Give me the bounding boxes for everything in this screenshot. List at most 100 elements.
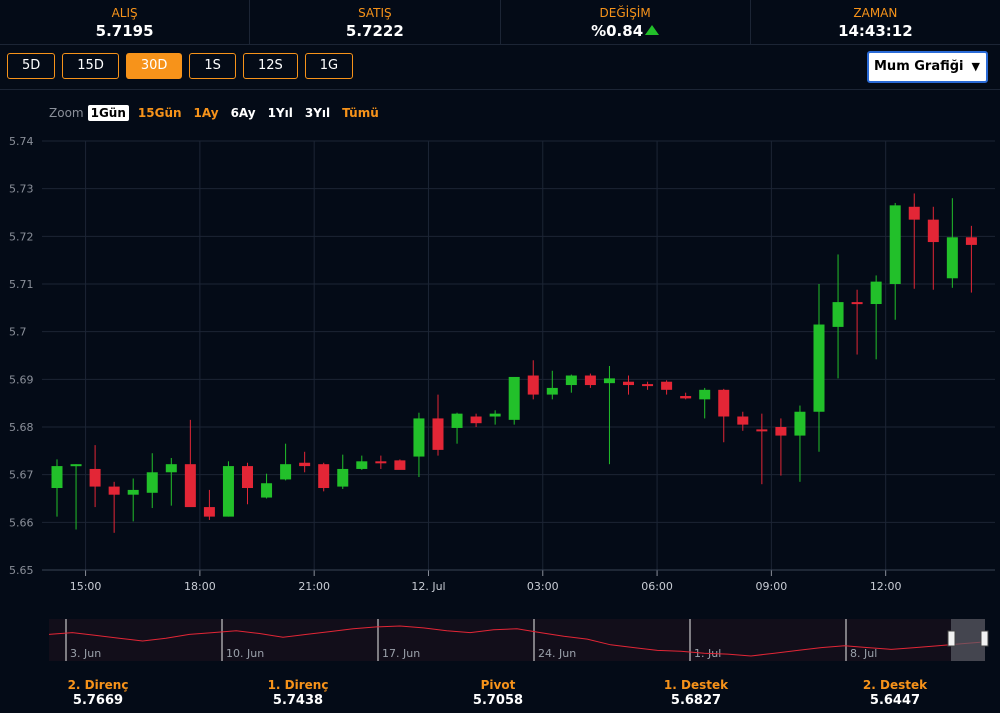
y-tick-label: 5.71 (9, 278, 34, 291)
candle-body (965, 237, 977, 245)
candle-body (623, 381, 634, 386)
candle-body (680, 396, 692, 399)
candle-body (889, 205, 901, 284)
stat-degisim-value-wrap: %0.84 (501, 22, 750, 40)
candle-body (794, 411, 806, 436)
zoom-6ay[interactable]: 6Ay (228, 105, 259, 121)
level-destek-1-value: 5.6827 (670, 693, 722, 708)
candle-body (870, 281, 882, 305)
level-pivot-label: Pivot (480, 678, 516, 692)
navigator-label: 3. Jun (70, 647, 101, 660)
stat-zaman: ZAMAN 14:43:12 (751, 0, 1000, 44)
pivot-levels: 2. Direnç 5.7669 1. Direnç 5.7438 Pivot … (0, 678, 1000, 713)
zoom-15gun[interactable]: 15Gün (135, 105, 185, 121)
navigator-label: 8. Jul (850, 647, 877, 660)
x-tick-label: 15:00 (70, 580, 102, 593)
candle-body (661, 381, 673, 390)
candle-body (508, 376, 520, 420)
navigator-background (49, 619, 985, 661)
zoom-tumu[interactable]: Tümü (339, 105, 382, 121)
y-tick-label: 5.69 (9, 373, 34, 386)
candle-body (718, 389, 730, 417)
x-tick-label: 03:00 (527, 580, 559, 593)
candle-body (299, 462, 311, 467)
candle-body (527, 375, 539, 395)
navigator-handle-left-icon[interactable] (947, 630, 956, 647)
x-tick-label: 06:00 (641, 580, 673, 593)
level-direnc-1-value: 5.7438 (272, 693, 324, 708)
candle-body (337, 468, 349, 487)
candle-body (775, 427, 787, 436)
navigator-chart[interactable]: 3. Jun 10. Jun 17. Jun 24. Jun 1. Jul 8. Jul (0, 612, 1000, 667)
stat-degisim-label: DEĞİŞİM (599, 6, 651, 20)
candlestick-chart[interactable]: 5.74 5.73 5.72 5.71 5.7 5.69 5.68 5.67 5.66 5.65 1… (0, 130, 1000, 605)
navigator-handle-right-icon[interactable] (980, 630, 989, 647)
navigator-selection[interactable] (951, 619, 985, 661)
candle-body (851, 302, 863, 305)
y-tick-label: 5.72 (9, 230, 34, 243)
level-direnc-2: 2. Direnç 5.7669 (18, 678, 178, 708)
candle-body (127, 489, 139, 495)
stat-alis: ALIŞ 5.7195 (0, 0, 251, 44)
y-tick-label: 5.67 (9, 469, 34, 482)
level-pivot-value: 5.7058 (472, 693, 524, 708)
range-button-15d[interactable]: 15D (62, 53, 119, 79)
level-direnc-2-value: 5.7669 (72, 693, 124, 708)
candle-body (813, 324, 825, 412)
stat-satis: SATIŞ 5.7222 (250, 0, 501, 44)
navigator-label: 17. Jun (382, 647, 420, 660)
range-button-30d[interactable]: 30D (125, 53, 183, 79)
candle-body (489, 413, 501, 417)
candle-body (565, 375, 577, 386)
candle-body (108, 486, 120, 495)
candle-body (70, 464, 82, 467)
stat-degisim-value: %0.84 (591, 22, 644, 40)
level-direnc-1: 1. Direnç 5.7438 (218, 678, 378, 708)
candle-body (356, 461, 368, 469)
up-arrow-icon (645, 25, 660, 35)
zoom-1ay[interactable]: 1Ay (191, 105, 222, 121)
level-direnc-2-label: 2. Direnç (67, 678, 129, 692)
candle-body (432, 418, 444, 450)
zoom-3yil[interactable]: 3Yıl (302, 105, 333, 121)
level-destek-1: 1. Destek 5.6827 (616, 678, 776, 708)
candle-body (603, 378, 615, 384)
chart-type-select[interactable]: Mum Grafiği ▼ (867, 51, 988, 83)
zoom-label: Zoom (49, 106, 84, 120)
range-button-12s[interactable]: 12S (242, 53, 298, 79)
candle-body (470, 416, 482, 424)
candle-body (375, 461, 387, 464)
y-tick-label: 5.73 (9, 183, 34, 196)
candle-body (584, 375, 596, 386)
candle-body (261, 483, 273, 498)
candle-body (280, 464, 292, 480)
candle-body (642, 384, 654, 387)
x-tick-label: 12. Jul (411, 580, 445, 593)
range-button-1s[interactable]: 1S (189, 53, 236, 79)
y-tick-label: 5.66 (9, 516, 34, 529)
zoom-bar: Zoom 1Gün 15Gün 1Ay 6Ay 1Yıl 3Yıl Tümü (49, 105, 388, 121)
x-tick-label: 21:00 (298, 580, 330, 593)
level-destek-1-label: 1. Destek (663, 678, 729, 692)
zoom-1gun[interactable]: 1Gün (87, 105, 129, 121)
y-tick-label: 5.7 (9, 326, 27, 339)
stat-satis-label: SATIŞ (358, 6, 392, 20)
range-button-1g[interactable]: 1G (304, 53, 354, 79)
range-button-5d[interactable]: 5D (7, 53, 56, 79)
candle-body (89, 468, 101, 487)
candle-body (51, 466, 63, 489)
x-tick-label: 18:00 (184, 580, 216, 593)
candle-body (756, 429, 768, 432)
navigator-label: 24. Jun (538, 647, 576, 660)
level-destek-2-value: 5.6447 (869, 693, 921, 708)
candle-body (832, 302, 844, 327)
level-pivot: Pivot 5.7058 (418, 678, 578, 708)
candle-body (242, 466, 253, 489)
x-tick-label: 12:00 (870, 580, 902, 593)
zoom-1yil[interactable]: 1Yıl (265, 105, 296, 121)
candle-body (699, 389, 711, 400)
x-tick-label: 09:00 (756, 580, 788, 593)
candle-body (946, 237, 958, 279)
candle-body (413, 418, 425, 457)
candle-body (165, 464, 177, 473)
